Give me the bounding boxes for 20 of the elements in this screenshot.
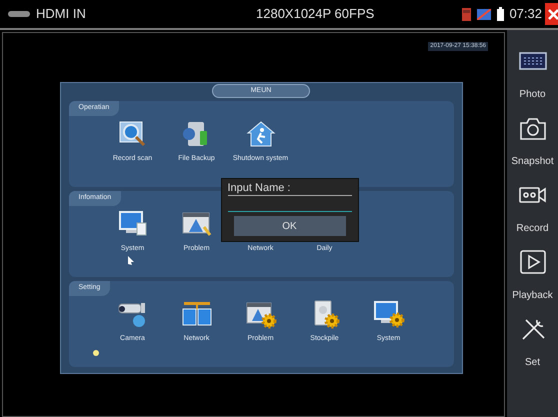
mouse-cursor-icon: [128, 256, 134, 265]
sd-card-icon: [462, 8, 472, 20]
monitor-gear-icon: [372, 298, 406, 328]
toolbar-button[interactable]: Set: [507, 316, 558, 370]
toolbar-button[interactable]: Snapshot: [507, 115, 558, 169]
camera-icon: [518, 115, 548, 141]
ok-button[interactable]: OK: [234, 216, 346, 236]
input-source-label: HDMI IN: [36, 5, 87, 24]
dialog-title: Input Name :: [228, 182, 352, 196]
toolbar-button[interactable]: Photo: [507, 48, 558, 102]
play-icon: [518, 249, 548, 275]
network-icon: [477, 8, 492, 20]
close-icon: [548, 8, 558, 20]
resolution-label: 1280X1024P 60FPS: [256, 5, 376, 24]
close-button[interactable]: [545, 3, 558, 25]
toolbar-button[interactable]: Playback: [507, 249, 558, 303]
battery-icon: [497, 7, 504, 21]
hdmi-port-icon: [8, 10, 30, 18]
clock: 07:32: [509, 5, 542, 24]
toolbar-button[interactable]: Record: [507, 182, 558, 236]
